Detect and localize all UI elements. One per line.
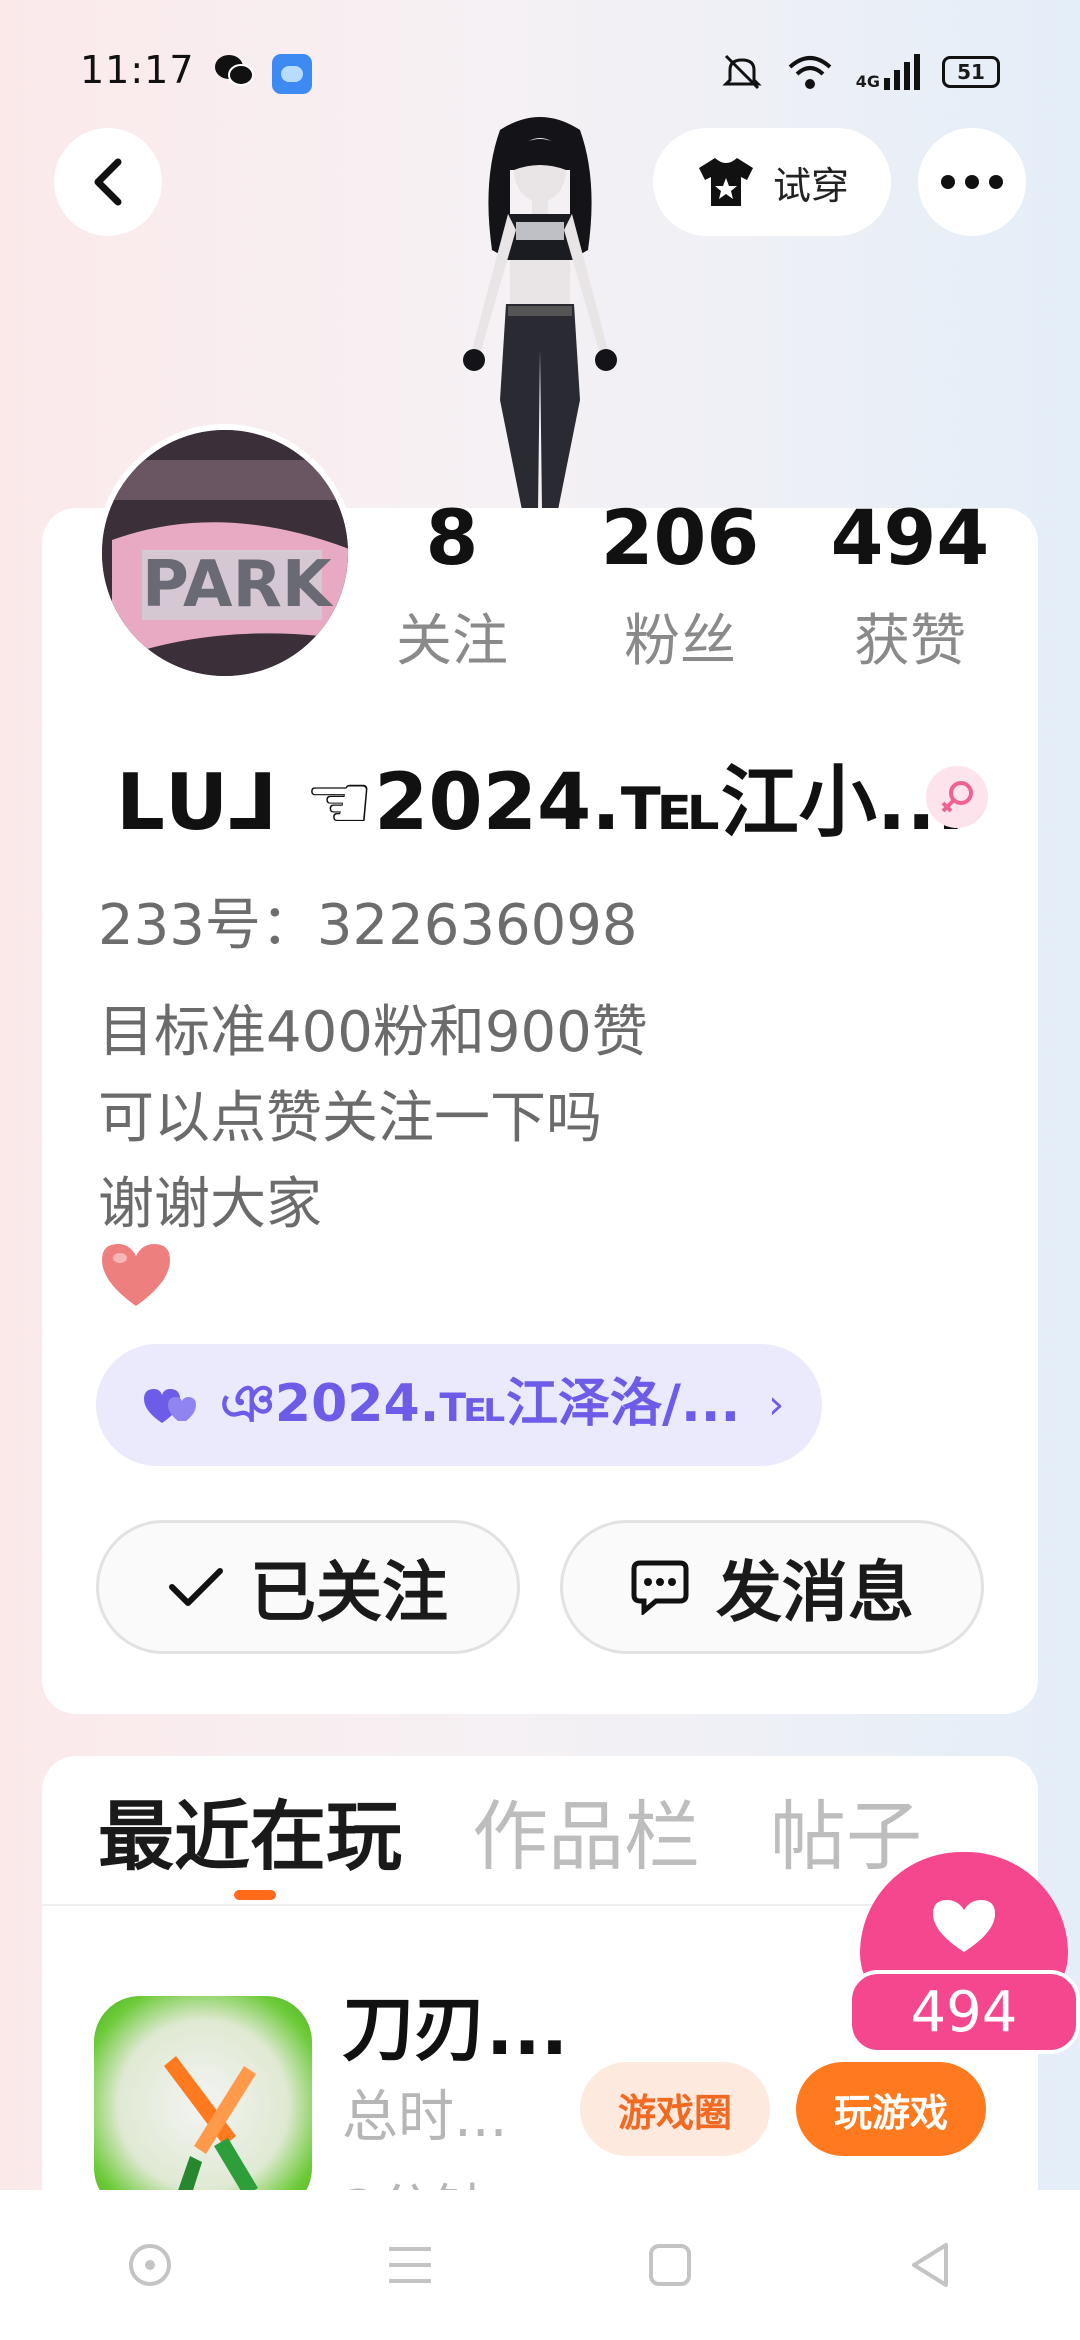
linked-user-name: ঞ2024.℡江泽洛/...	[220, 1373, 741, 1434]
app-notification-icon	[272, 54, 312, 94]
shirt-icon	[698, 158, 753, 206]
heart-icon	[933, 1900, 995, 1952]
menu-icon	[389, 2247, 431, 2283]
heart-emoji-icon	[102, 1244, 170, 1306]
system-nav-bar	[0, 2190, 1080, 2340]
wechat-icon	[215, 55, 254, 86]
bio-line: 可以点赞关注一下吗	[98, 1086, 602, 1151]
status-right-icons: 4G 51	[720, 52, 1000, 92]
tab-works[interactable]: 作品栏	[472, 1775, 700, 1885]
tab-indicator	[234, 1890, 276, 1900]
floating-like-button[interactable]: 494	[848, 1852, 1080, 2054]
following-count: 8	[425, 493, 479, 582]
game-circle-label: 游戏圈	[617, 2090, 732, 2135]
stat-following[interactable]: 8 关注	[362, 500, 542, 677]
svg-text:PARK: PARK	[142, 548, 334, 622]
followers-label: 粉丝	[624, 609, 736, 674]
game-icon[interactable]	[94, 1996, 312, 2196]
more-button[interactable]	[918, 128, 1026, 236]
chevron-right-icon: ›	[768, 1382, 785, 1428]
message-label: 发消息	[716, 1554, 914, 1631]
nav-back-button[interactable]	[890, 2225, 970, 2305]
nav-assist-button[interactable]	[110, 2225, 190, 2305]
triangle-back-icon	[912, 2243, 948, 2287]
knife-icon	[164, 2056, 258, 2196]
followed-button[interactable]: 已关注	[96, 1520, 520, 1654]
circle-dot-icon	[129, 2244, 171, 2286]
bio-line: 目标准400粉和900赞	[98, 1000, 648, 1065]
user-id: 233号：322636098	[98, 893, 638, 958]
avatar-figure[interactable]	[430, 110, 650, 510]
signal-icon: 4G	[856, 54, 920, 90]
game-title[interactable]: 刀刃...	[342, 1970, 568, 2075]
profile-name: ᒪᑌᒧ ☜2024.℡江小...	[116, 758, 966, 848]
game-circle-button[interactable]: 游戏圈	[580, 2062, 770, 2156]
profile-bio: 目标准400粉和900赞 可以点赞关注一下吗 谢谢大家	[98, 990, 648, 1248]
more-dots-icon	[941, 175, 1003, 189]
status-time: 11:17	[80, 48, 195, 92]
avatar[interactable]: PARK	[96, 424, 354, 682]
battery-icon: 51	[942, 56, 1000, 88]
nav-menu-button[interactable]	[370, 2225, 450, 2305]
profile-name-row: ᒪᑌᒧ ☜2024.℡江小...	[116, 740, 966, 852]
avatar-image: PARK	[102, 430, 348, 676]
female-icon	[926, 766, 988, 828]
double-heart-icon	[144, 1389, 196, 1423]
try-on-label: 试穿	[772, 163, 849, 208]
stat-likes[interactable]: 494 获赞	[820, 500, 1000, 677]
game-playtime: 总时...	[342, 2085, 508, 2150]
linked-user-tag[interactable]: ঞ2024.℡江泽洛/... ›	[96, 1344, 822, 1466]
likes-label: 获赞	[854, 609, 966, 674]
square-icon	[649, 2244, 691, 2286]
chevron-left-icon	[94, 158, 122, 206]
back-button[interactable]	[54, 128, 162, 236]
likes-count: 494	[830, 493, 990, 582]
mute-icon	[722, 54, 762, 90]
wifi-icon	[788, 56, 832, 89]
following-label: 关注	[396, 609, 508, 674]
followers-count: 206	[600, 493, 760, 582]
message-button[interactable]: 发消息	[560, 1520, 984, 1654]
bio-line: 谢谢大家	[98, 1172, 322, 1237]
followed-label: 已关注	[250, 1554, 448, 1631]
stat-followers[interactable]: 206 粉丝	[590, 500, 770, 677]
try-on-button[interactable]: 试穿	[653, 128, 891, 236]
like-count-badge: 494	[848, 1970, 1080, 2054]
play-game-label: 玩游戏	[833, 2090, 948, 2135]
nav-home-button[interactable]	[630, 2225, 710, 2305]
check-icon	[169, 1568, 223, 1606]
profile-tabs: 最近在玩 作品栏 帖子	[98, 1756, 922, 1904]
tab-recently-played[interactable]: 最近在玩	[98, 1775, 402, 1885]
chat-bubble-icon	[631, 1560, 689, 1615]
play-game-button[interactable]: 玩游戏	[796, 2062, 986, 2156]
